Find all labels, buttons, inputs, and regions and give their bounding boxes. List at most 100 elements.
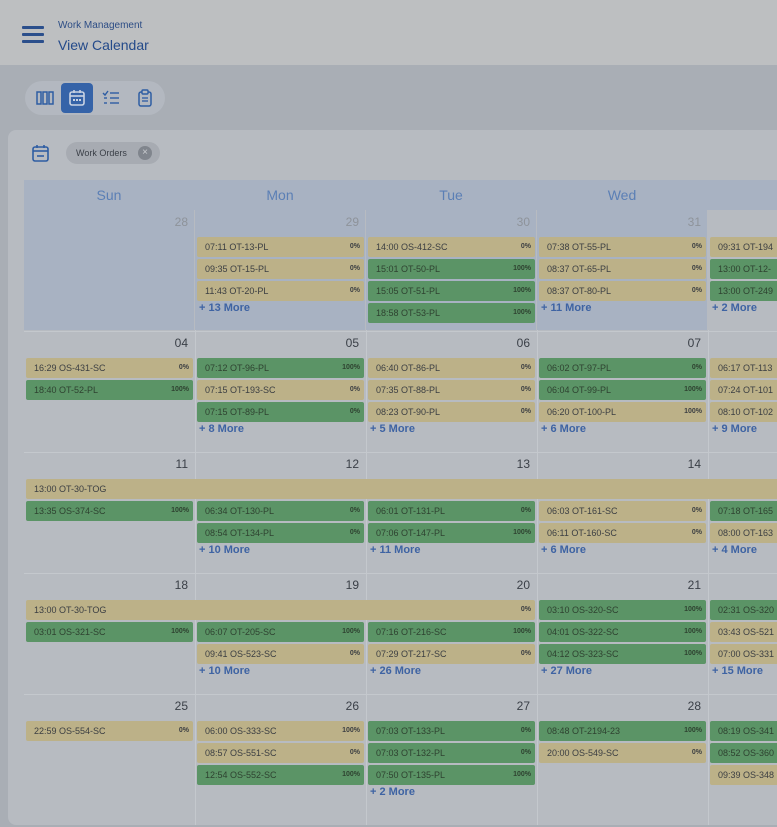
event-item[interactable]: 08:52 OS-360 [710,743,777,763]
event-title: 18:58 OT-53-PL [376,308,441,318]
event-item[interactable]: 13:00 OT-12- [710,259,777,279]
event-item[interactable]: 07:12 OT-96-PL 100% [197,358,364,378]
event-item[interactable]: 07:06 OT-147-PL 100% [368,523,535,543]
event-item[interactable]: 18:58 OT-53-PL 100% [368,303,535,323]
more-link[interactable]: + 10 More [199,665,250,677]
event-title: 13:00 OT-30-TOG [34,605,107,615]
day-number: 04 [174,336,188,350]
event-item[interactable]: 08:54 OT-134-PL 0% [197,523,364,543]
event-item[interactable]: 06:17 OT-113 [710,358,777,378]
more-link[interactable]: + 26 More [370,665,421,677]
event-item[interactable]: 06:20 OT-100-PL 100% [539,402,706,422]
event-item[interactable]: 08:23 OT-90-PL 0% [368,402,535,422]
event-item[interactable]: 16:29 OS-431-SC 0% [26,358,193,378]
event-title: 08:10 OT-102 [718,407,774,417]
more-link[interactable]: + 11 More [541,302,591,314]
event-item[interactable]: 06:40 OT-86-PL 0% [368,358,535,378]
event-item[interactable]: 07:11 OT-13-PL 0% [197,237,364,257]
event-item[interactable]: 07:18 OT-165 [710,501,777,521]
multi-day-event[interactable]: 13:00 OT-30-TOG [26,479,777,499]
more-link[interactable]: + 6 More [541,544,586,556]
event-item[interactable]: 13:00 OT-249 [710,281,777,301]
more-link[interactable]: + 8 More [199,423,244,435]
event-item[interactable]: 06:02 OT-97-PL 0% [539,358,706,378]
event-item[interactable]: 07:35 OT-88-PL 0% [368,380,535,400]
event-progress: 100% [684,408,702,415]
event-item[interactable]: 09:35 OT-15-PL 0% [197,259,364,279]
calendar-filter-icon[interactable] [32,145,52,163]
event-item[interactable]: 03:01 OS-321-SC 100% [26,622,193,642]
event-item[interactable]: 06:11 OT-160-SC 0% [539,523,706,543]
event-item[interactable]: 09:41 OS-523-SC 0% [197,644,364,664]
event-item[interactable]: 07:50 OT-135-PL 100% [368,765,535,785]
more-link[interactable]: + 27 More [541,665,592,677]
more-link[interactable]: + 5 More [370,423,415,435]
event-item[interactable]: 06:01 OT-131-PL 0% [368,501,535,521]
event-item[interactable]: 06:07 OT-205-SC 100% [197,622,364,642]
event-item[interactable]: 06:03 OT-161-SC 0% [539,501,706,521]
event-item[interactable]: 15:05 OT-51-PL 100% [368,281,535,301]
event-progress: 100% [342,364,360,371]
more-link[interactable]: + 9 More [712,423,757,435]
more-link[interactable]: + 2 More [712,302,757,314]
columns-view-button[interactable] [29,83,61,113]
event-item[interactable]: 04:01 OS-322-SC 100% [539,622,706,642]
event-item[interactable]: 09:31 OT-194 [710,237,777,257]
event-item[interactable]: 03:43 OS-521 [710,622,777,642]
more-link[interactable]: + 2 More [370,786,415,798]
event-item[interactable]: 13:35 OS-374-SC 100% [26,501,193,521]
event-item[interactable]: 06:00 OS-333-SC 100% [197,721,364,741]
event-item[interactable]: 18:40 OT-52-PL 100% [26,380,193,400]
weekday-header: Sun Mon Tue Wed [24,180,777,210]
event-item[interactable]: 07:00 OS-331 [710,644,777,664]
event-title: 08:52 OS-360 [718,748,775,758]
close-icon[interactable]: × [138,146,152,160]
more-link[interactable]: + 10 More [199,544,250,556]
event-item[interactable]: 08:37 OT-65-PL 0% [539,259,706,279]
list-view-button[interactable] [95,83,127,113]
event-item[interactable]: 20:00 OS-549-SC 0% [539,743,706,763]
event-item[interactable]: 04:12 OS-323-SC 100% [539,644,706,664]
clipboard-view-button[interactable] [129,83,161,113]
event-item[interactable]: 07:16 OT-216-SC 100% [368,622,535,642]
event-item[interactable]: 14:00 OS-412-SC 0% [368,237,535,257]
event-item[interactable]: 07:15 OT-89-PL 0% [197,402,364,422]
menu-icon[interactable] [22,26,44,43]
event-item[interactable]: 08:48 OT-2194-23 100% [539,721,706,741]
event-progress: 100% [513,287,531,294]
more-link[interactable]: + 15 More [712,665,763,677]
filter-chip-work-orders[interactable]: Work Orders × [66,142,160,164]
multi-day-event[interactable]: 13:00 OT-30-TOG 0% [26,600,535,620]
event-item[interactable]: 08:10 OT-102 [710,402,777,422]
event-item[interactable]: 07:03 OT-133-PL 0% [368,721,535,741]
day-cell[interactable]: 25 [24,694,194,814]
event-item[interactable]: 07:38 OT-55-PL 0% [539,237,706,257]
event-item[interactable]: 02:31 OS-320 [710,600,777,620]
event-item[interactable]: 11:43 OT-20-PL 0% [197,281,364,301]
event-item[interactable]: 12:54 OS-552-SC 100% [197,765,364,785]
event-item[interactable]: 15:01 OT-50-PL 100% [368,259,535,279]
event-item[interactable]: 08:00 OT-163 [710,523,777,543]
event-item[interactable]: 07:24 OT-101 [710,380,777,400]
more-link[interactable]: + 4 More [712,544,757,556]
event-item[interactable]: 22:59 OS-554-SC 0% [26,721,193,741]
event-progress: 100% [171,628,189,635]
event-progress: 100% [684,650,702,657]
event-item[interactable]: 07:29 OT-217-SC 0% [368,644,535,664]
event-title: 04:01 OS-322-SC [547,627,619,637]
event-item[interactable]: 09:39 OS-348 [710,765,777,785]
calendar-view-button[interactable] [61,83,93,113]
more-link[interactable]: + 13 More [199,302,250,314]
more-link[interactable]: + 11 More [370,544,420,556]
event-item[interactable]: 08:37 OT-80-PL 0% [539,281,706,301]
event-item[interactable]: 07:15 OT-193-SC 0% [197,380,364,400]
more-link[interactable]: + 6 More [541,423,586,435]
day-cell[interactable]: 28 [24,210,194,330]
event-item[interactable]: 07:03 OT-132-PL 0% [368,743,535,763]
event-progress: 100% [171,507,189,514]
event-item[interactable]: 06:04 OT-99-PL 100% [539,380,706,400]
event-item[interactable]: 03:10 OS-320-SC 100% [539,600,706,620]
event-item[interactable]: 08:57 OS-551-SC 0% [197,743,364,763]
event-item[interactable]: 06:34 OT-130-PL 0% [197,501,364,521]
event-item[interactable]: 08:19 OS-341 [710,721,777,741]
